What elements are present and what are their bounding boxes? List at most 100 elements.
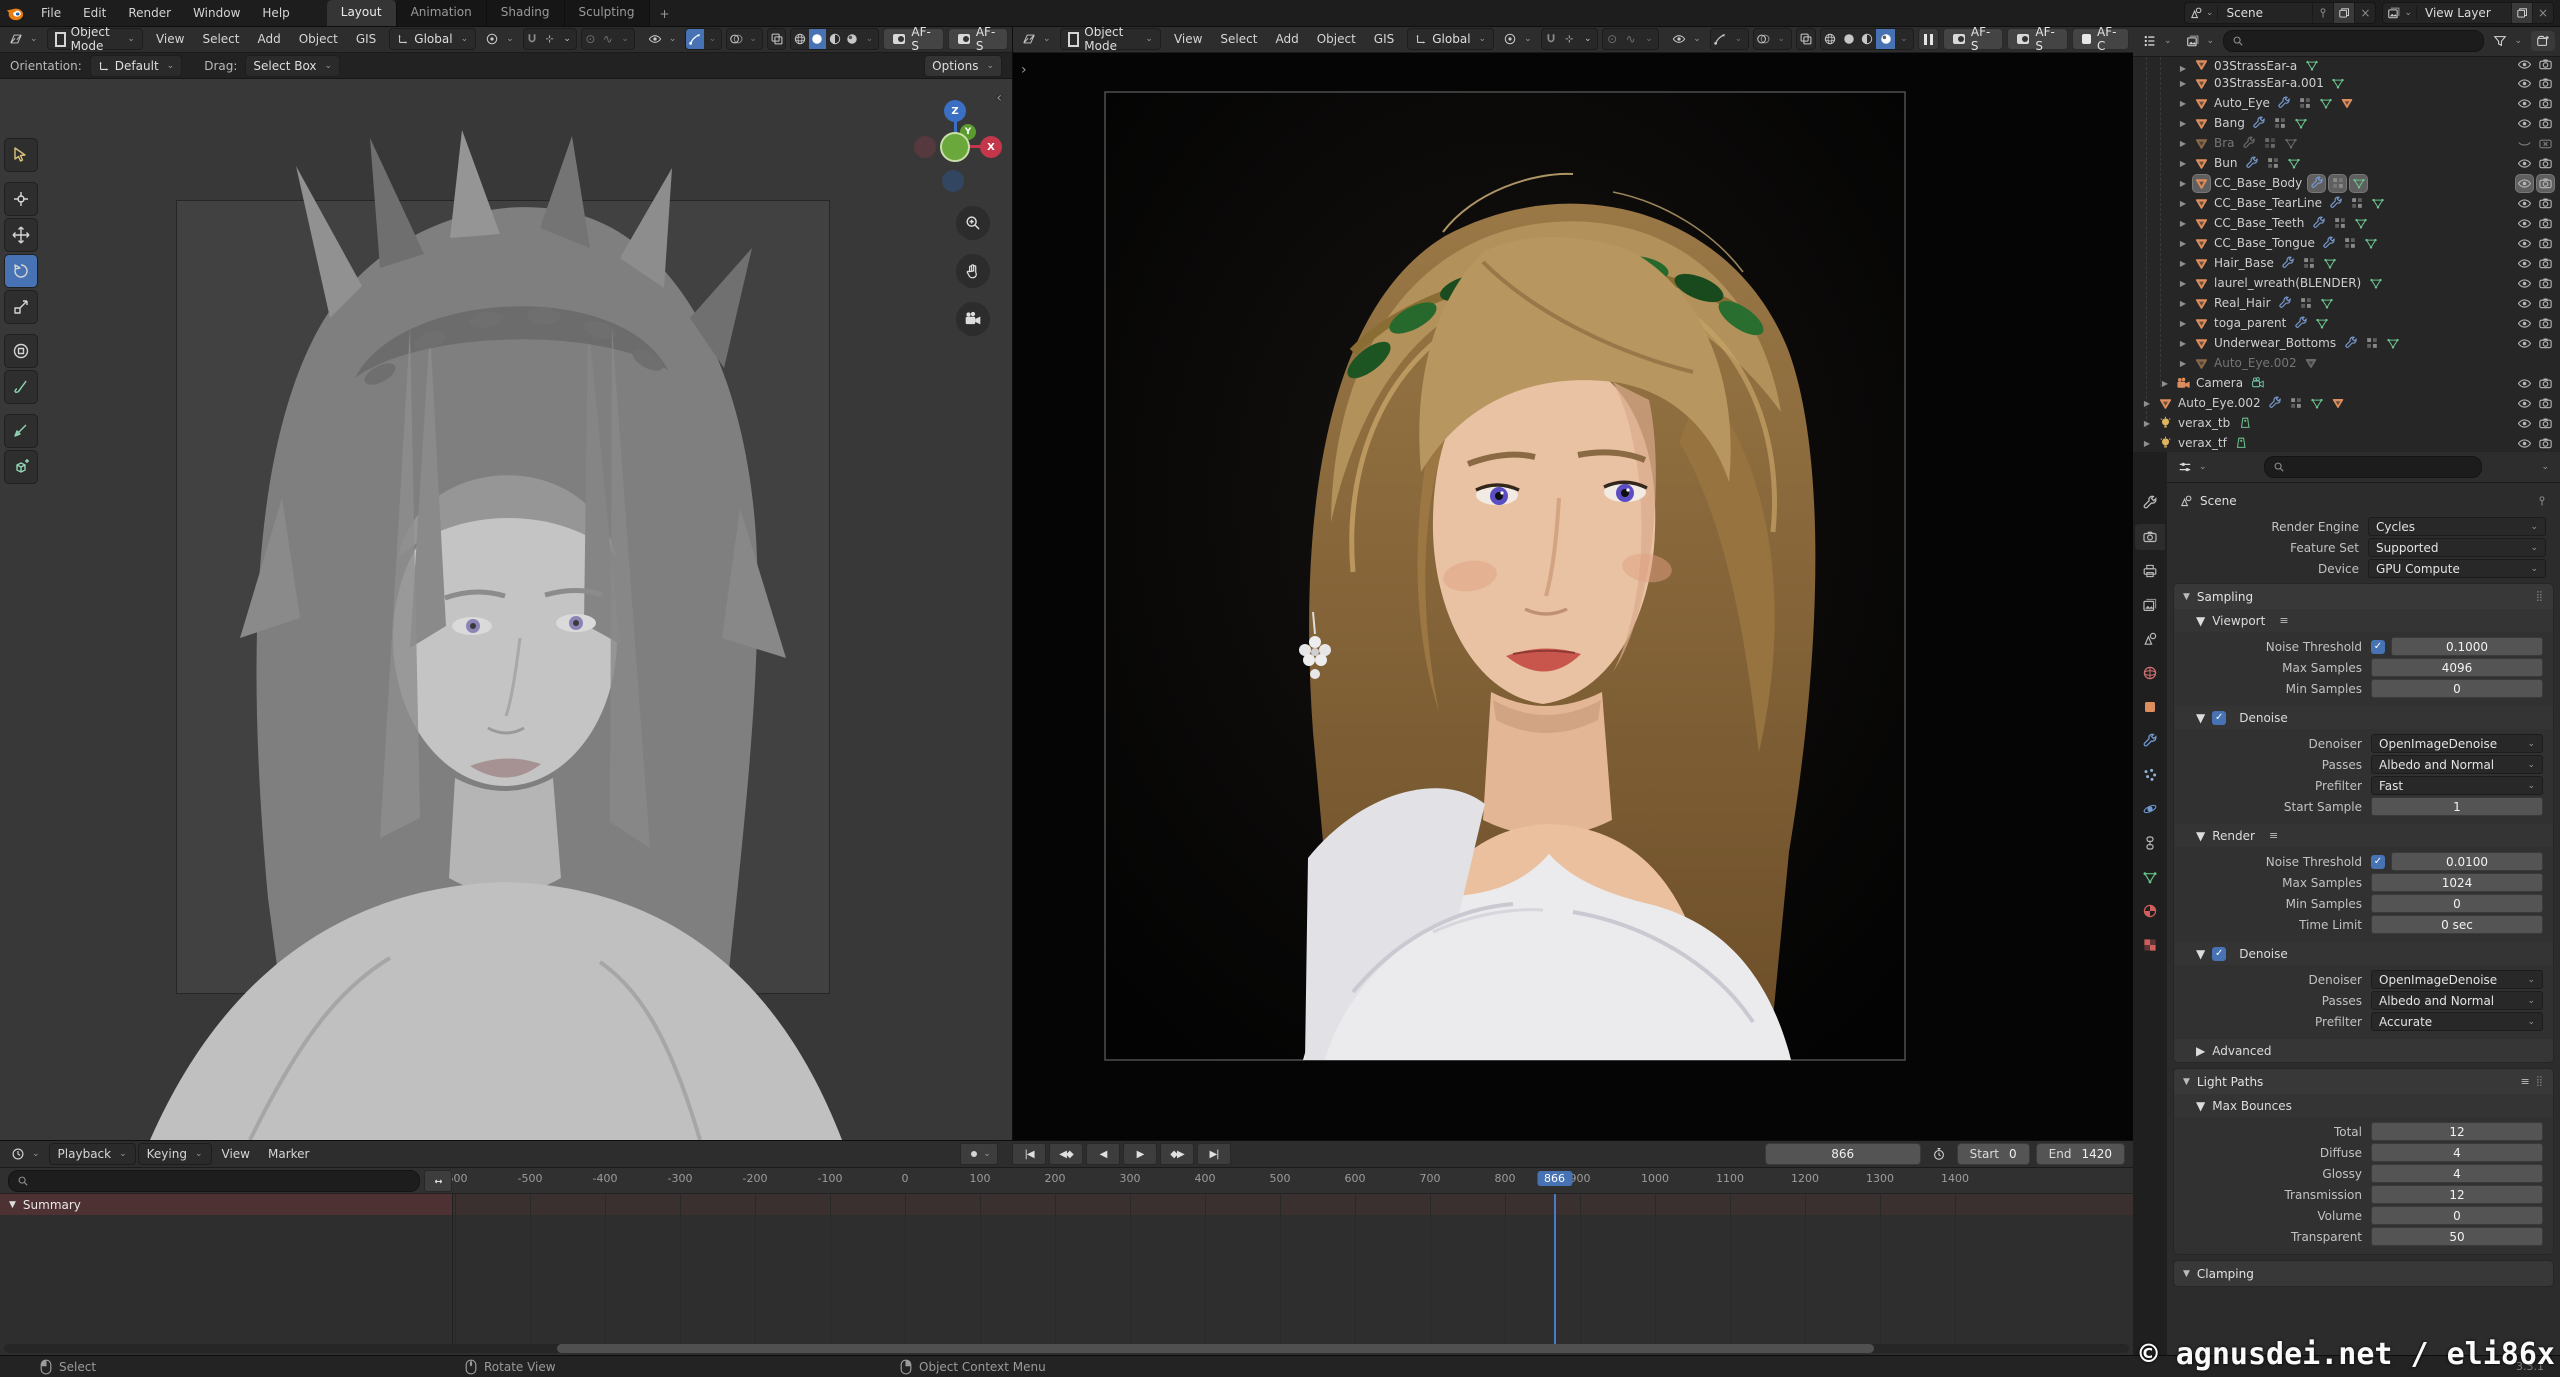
drag-grip-icon[interactable]: ⣿ [2536, 591, 2544, 602]
nodes-icon[interactable] [2342, 235, 2359, 252]
editor-type-properties-icon[interactable]: ⌄ [2173, 457, 2212, 477]
mesh-icon[interactable] [2283, 135, 2300, 152]
disable-render-icon[interactable] [2537, 295, 2554, 312]
tool-rotate[interactable] [4, 254, 38, 288]
record-icon[interactable]: ⌄ [960, 1143, 998, 1165]
tri-icon[interactable] [2339, 95, 2356, 112]
mesh-icon[interactable] [2350, 175, 2367, 192]
hide-viewport-icon[interactable] [2516, 215, 2533, 232]
editor-type-3dview-icon[interactable]: ⌄ [4, 29, 43, 49]
shading-rendered-icon[interactable] [843, 29, 860, 49]
outliner-item-Hair_Base[interactable]: ▶Hair_Base [2133, 253, 2560, 273]
outliner-item-Underwear_Bottoms[interactable]: ▶Underwear_Bottoms [2133, 333, 2560, 353]
disable-render-icon[interactable] [2537, 255, 2554, 272]
playhead-frame-badge[interactable]: 866 [1537, 1171, 1572, 1186]
vp-right-menu-select[interactable]: Select [1211, 26, 1266, 52]
sampling-panel-header[interactable]: ▼Sampling ⣿ [2174, 584, 2553, 609]
disable-render-icon[interactable] [2537, 75, 2554, 92]
wrench-icon[interactable] [2310, 215, 2327, 232]
nodes-icon[interactable] [2329, 175, 2346, 192]
expand-arrow-icon[interactable]: ▶ [2177, 359, 2189, 368]
hide-viewport-icon[interactable] [2516, 115, 2533, 132]
gizmo-view-axis[interactable] [940, 132, 970, 162]
shading-material-icon[interactable] [1858, 29, 1876, 49]
wrench-icon[interactable] [2267, 395, 2284, 412]
shading-solid-icon[interactable] [1839, 29, 1857, 49]
properties-tab-output[interactable] [2135, 558, 2165, 584]
denoiser-field[interactable]: OpenImageDenoise⌄ [2371, 734, 2543, 753]
mesh-icon[interactable] [2293, 115, 2310, 132]
jump-end-icon[interactable]: ▶| [1197, 1143, 1231, 1165]
tri-icon[interactable] [2330, 395, 2347, 412]
hide-viewport-icon[interactable] [2516, 135, 2533, 152]
hide-viewport-icon[interactable] [2516, 435, 2533, 452]
shading-rendered-icon[interactable] [1876, 29, 1894, 49]
disable-render-icon[interactable] [2537, 115, 2554, 132]
sampling-render-header[interactable]: ▼Render ≡ [2174, 824, 2553, 847]
pin-id-icon[interactable] [2536, 495, 2548, 507]
device-field[interactable]: GPU Compute⌄ [2368, 559, 2546, 578]
mesh-icon[interactable] [2370, 195, 2387, 212]
diffuse-field[interactable]: 4 [2371, 1143, 2543, 1162]
pin-scene-icon[interactable] [2312, 3, 2333, 23]
vp-left-menu-add[interactable]: Add [248, 26, 289, 52]
outliner-item-CC_Base_Body[interactable]: ▶CC_Base_Body [2133, 173, 2560, 193]
nodes-icon[interactable] [2297, 95, 2314, 112]
af-button-af-s-0[interactable]: AF-S [883, 28, 943, 50]
light-paths-header[interactable]: ▼Light Paths ≡ ⣿ [2174, 1069, 2553, 1094]
properties-tab-data[interactable] [2135, 864, 2165, 890]
outliner-item-Auto_Eye.002[interactable]: ▶Auto_Eye.002 [2133, 353, 2560, 373]
outliner-item-Bang[interactable]: ▶Bang [2133, 113, 2560, 133]
jump-start-icon[interactable]: |◀ [1012, 1143, 1046, 1165]
wrench-icon[interactable] [2328, 195, 2345, 212]
disable-render-icon[interactable] [2537, 59, 2554, 73]
render-engine-field[interactable]: Cycles⌄ [2368, 517, 2546, 536]
pause-icon[interactable] [1918, 28, 1938, 50]
end-frame-field[interactable]: End1420 [2036, 1143, 2125, 1165]
timeline-menu-marker[interactable]: Marker [260, 1144, 317, 1164]
tool-select-box[interactable] [4, 138, 38, 172]
outliner-item-Bra[interactable]: ▶Bra [2133, 133, 2560, 153]
expand-arrow-icon[interactable]: ▶ [2177, 99, 2189, 108]
show-gizmo-dropdown[interactable]: ⌄ [1667, 29, 1706, 49]
mesh-icon[interactable] [2285, 155, 2302, 172]
hide-viewport-icon[interactable] [2516, 195, 2533, 212]
outliner-item-CC_Base_Tongue[interactable]: ▶CC_Base_Tongue [2133, 233, 2560, 253]
mesh-icon[interactable] [2319, 295, 2336, 312]
disable-render-icon[interactable] [2537, 415, 2554, 432]
pivot-point-icon[interactable]: ⌄ [1498, 29, 1537, 49]
nodes-icon[interactable] [2363, 335, 2380, 352]
unlink-scene-icon[interactable]: × [2354, 3, 2375, 23]
af-button-af-s-0[interactable]: AF-S [1943, 28, 2003, 50]
timeline-menu-view[interactable]: View [214, 1144, 258, 1164]
editor-type-timeline-icon[interactable]: ⌄ [6, 1144, 45, 1164]
properties-tab-particles[interactable] [2135, 762, 2165, 788]
drag-grip-icon[interactable]: ⣿ [2536, 1076, 2544, 1087]
start-frame-field[interactable]: Start0 [1957, 1143, 2030, 1165]
tool-annotate[interactable] [4, 370, 38, 404]
outliner-item-03StrassEar-a.001[interactable]: ▶03StrassEar-a.001 [2133, 73, 2560, 93]
tri-icon[interactable] [2303, 355, 2320, 372]
min-samples-field[interactable]: 0 [2371, 894, 2543, 913]
disable-render-icon[interactable] [2537, 375, 2554, 392]
vp-right-menu-gis[interactable]: GIS [1365, 26, 1403, 52]
transform-orientation-dropdown[interactable]: Global⌄ [1407, 28, 1494, 50]
remove-view-layer-icon[interactable]: × [2532, 3, 2553, 23]
noise-threshold-field[interactable]: 0.0100 [2391, 852, 2543, 871]
vp-left-menu-gis[interactable]: GIS [347, 26, 385, 52]
menu-window[interactable]: Window [182, 0, 251, 26]
proportional-edit-icon[interactable]: ⊙ [1603, 29, 1621, 49]
volume-field[interactable]: 0 [2371, 1206, 2543, 1225]
outliner-item-verax_tf[interactable]: ▶verax_tf [2133, 433, 2560, 453]
outliner-search-input[interactable] [2223, 30, 2484, 52]
nodes-icon[interactable] [2349, 195, 2366, 212]
gizmo-x-axis[interactable]: X [980, 136, 1002, 158]
properties-tab-physics[interactable] [2135, 796, 2165, 822]
prefilter-field[interactable]: Fast⌄ [2371, 776, 2543, 795]
outliner-item-Auto_Eye[interactable]: ▶Auto_Eye [2133, 93, 2560, 113]
mesh-icon[interactable] [2322, 255, 2339, 272]
zoom-icon[interactable] [956, 206, 990, 240]
menu-file[interactable]: File [30, 0, 72, 26]
sampling-viewport-header[interactable]: ▼Viewport ≡ [2174, 609, 2553, 632]
outliner-item-CC_Base_TearLine[interactable]: ▶CC_Base_TearLine [2133, 193, 2560, 213]
